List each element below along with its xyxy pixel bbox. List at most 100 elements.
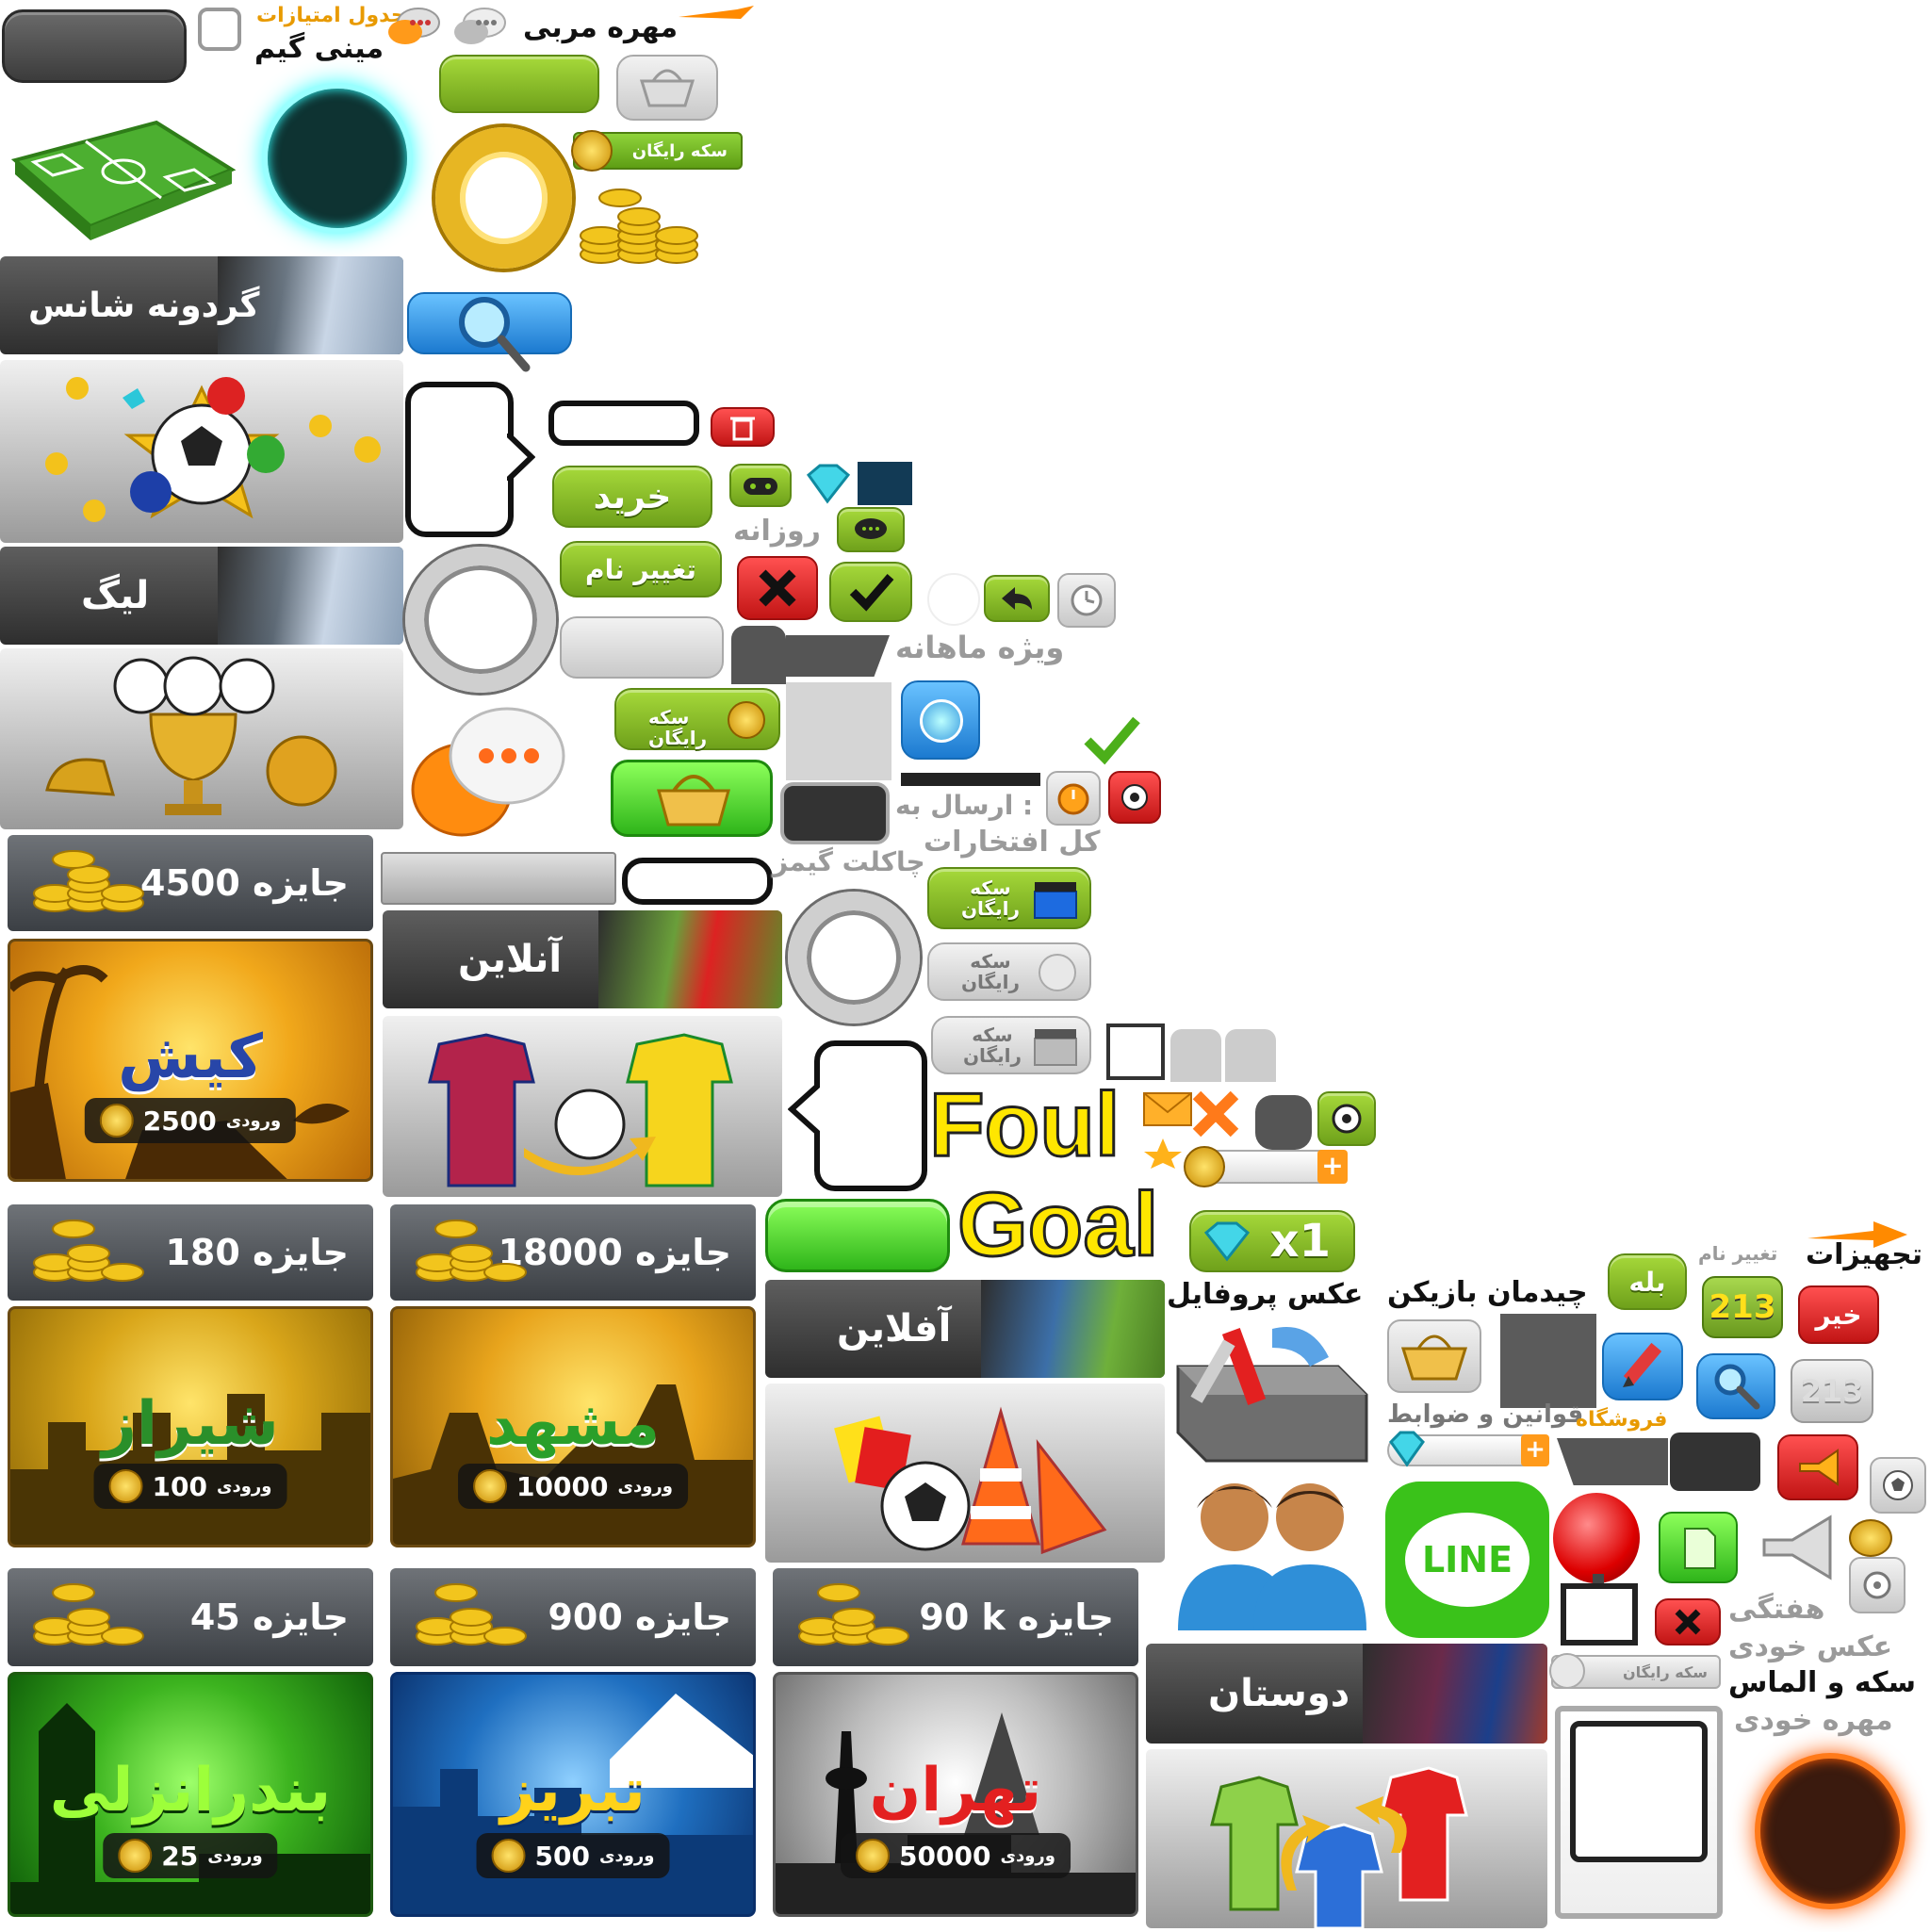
coin-icon [856, 1839, 891, 1873]
fire-ball-button[interactable] [1108, 771, 1161, 824]
shop-basket-button-green[interactable] [611, 760, 773, 837]
city-card-bandar-anzali[interactable]: بندرانزلی 25 ورودی [8, 1672, 373, 1917]
checkbox-square[interactable] [1106, 1023, 1165, 1080]
white-circle-button[interactable] [927, 573, 980, 626]
free-coin-button-disabled[interactable]: سکه رایگان [927, 942, 1091, 1001]
checkbox[interactable] [198, 8, 241, 51]
delete-button[interactable] [711, 407, 775, 447]
red-joystick-knob[interactable] [1553, 1493, 1640, 1583]
free-coin-video-button-disabled[interactable]: سکه رایگان [931, 1016, 1091, 1074]
free-coin-line2: رایگان [648, 727, 708, 749]
prize-bar-4: 45 جایزه [8, 1568, 373, 1666]
rename-label-small: تغییر نام [1698, 1242, 1778, 1265]
offline-banner[interactable]: آفلاین [765, 1280, 1165, 1378]
chat-bubbles-icon-large [407, 697, 567, 848]
buy-button[interactable]: خرید [552, 466, 712, 528]
offline-label: آفلاین [837, 1307, 952, 1351]
cancel-button[interactable] [737, 556, 818, 620]
trash-icon [730, 417, 755, 441]
green-document-button[interactable] [1659, 1512, 1738, 1583]
ball-button-grey[interactable] [1870, 1457, 1926, 1514]
ball-icon [1883, 1470, 1913, 1500]
green-glossy-button[interactable] [765, 1199, 950, 1272]
coin-icon [1184, 1146, 1225, 1187]
close-button-red[interactable] [1655, 1598, 1721, 1645]
blue-round-button[interactable] [901, 680, 980, 760]
prize-label: جایزه [1018, 1596, 1114, 1638]
back-button[interactable] [984, 575, 1050, 622]
shop-basket-button-light[interactable] [1387, 1319, 1481, 1393]
free-coin-video-button[interactable]: سکه رایگان [927, 867, 1091, 929]
goal-logo-text: Goal [956, 1174, 1159, 1275]
search-button[interactable] [407, 292, 572, 372]
grey-button-blank[interactable] [560, 616, 724, 679]
free-coin-button[interactable]: سکه رایگان [614, 688, 780, 750]
add-diamond-icon[interactable]: + [1521, 1434, 1549, 1466]
coin-stack-icon [416, 1583, 527, 1645]
city-card-mashhad[interactable]: مشهد 10000 ورودی [390, 1306, 756, 1547]
green-button-blank[interactable] [439, 55, 599, 113]
league-banner[interactable]: لیگ [0, 547, 403, 645]
search-button-small[interactable] [1696, 1353, 1775, 1419]
speech-bubble-small [622, 858, 773, 905]
city-name: مشهد [486, 1389, 660, 1459]
timer-button-orange[interactable] [1046, 771, 1101, 826]
target-button[interactable] [1317, 1091, 1376, 1146]
confirm-button[interactable] [829, 562, 912, 622]
online-banner[interactable]: آنلاین [383, 910, 782, 1008]
gamepad-button[interactable] [729, 464, 792, 507]
coin-stack-icon [798, 1583, 909, 1645]
horn-icon [1799, 1449, 1839, 1486]
coin-stack-icon [33, 1583, 144, 1645]
close-icon [1675, 1609, 1701, 1635]
shop-basket-button-grey[interactable] [616, 55, 718, 121]
no-button[interactable]: خیر [1798, 1285, 1879, 1344]
diamond-icon [1389, 1431, 1425, 1467]
free-coin-bar-small[interactable]: سکه رایگان [571, 130, 743, 172]
silver-ring-frame-small [788, 892, 920, 1023]
entry-fee-value: 10000 [516, 1470, 609, 1502]
wheel-of-fortune-banner[interactable]: گردونه شانس [0, 256, 403, 354]
prize-bar-6: 90 k جایزه [773, 1568, 1138, 1666]
friends-banner[interactable]: دوستان [1146, 1644, 1547, 1744]
silver-ring-frame [405, 547, 556, 693]
leaderboard-label: جدول امتیازات [256, 4, 406, 27]
send-to-label: ارسال به : [895, 790, 1034, 821]
scoreboard-213-button-grey[interactable]: 213 [1791, 1359, 1873, 1423]
city-card-tabriz[interactable]: تبریز 500 ورودی [390, 1672, 756, 1917]
entry-fee-tag: 2500 ورودی [84, 1098, 297, 1143]
scoreboard-213-button[interactable]: 213 [1702, 1276, 1783, 1338]
edit-button[interactable] [1602, 1333, 1683, 1400]
users-icon [1169, 1470, 1376, 1630]
chat-button-green[interactable] [837, 507, 905, 552]
free-coin-bar-grey[interactable]: سکه رایگان [1549, 1653, 1721, 1689]
chat-bubble-icon-grey [452, 6, 509, 47]
add-coin-icon[interactable]: + [1317, 1150, 1348, 1184]
dark-button[interactable] [2, 9, 187, 83]
check-icon [849, 574, 894, 612]
coin-and-diamond-label: سکه و الماس [1728, 1666, 1916, 1699]
mini-game-label: مینی گیم [254, 32, 384, 65]
free-coin-line2: رایگان [960, 897, 1021, 920]
pencil-icon [1623, 1342, 1662, 1387]
city-card-shiraz[interactable]: شیراز 100 ورودی [8, 1306, 373, 1547]
rename-button[interactable]: تغییر نام [560, 541, 722, 598]
prize-value: 180 [165, 1232, 240, 1273]
line-app-icon[interactable]: LINE [1385, 1482, 1549, 1638]
prize-value: 900 [548, 1596, 623, 1638]
target-button-grey[interactable] [1849, 1557, 1905, 1613]
document-icon [1684, 1528, 1716, 1569]
city-card-tehran[interactable]: تهران 50000 ورودی [773, 1672, 1138, 1917]
coin-icon [118, 1839, 153, 1873]
entry-fee-label: ورودی [207, 1845, 263, 1866]
coin-icon [1849, 1519, 1892, 1557]
magnifier-icon [1714, 1364, 1760, 1410]
horn-button[interactable] [1777, 1434, 1858, 1500]
city-card-kish[interactable]: کیش 2500 ورودی [8, 939, 373, 1182]
timer-button-grey[interactable] [1057, 573, 1116, 628]
all-honors-label: کل افتخارات [924, 826, 1101, 859]
free-coin-line1: سکه [970, 950, 1011, 973]
entry-fee-label: ورودی [216, 1476, 272, 1497]
yes-button[interactable]: بله [1608, 1253, 1687, 1310]
diamond-count-bar: x1 [1189, 1210, 1355, 1272]
